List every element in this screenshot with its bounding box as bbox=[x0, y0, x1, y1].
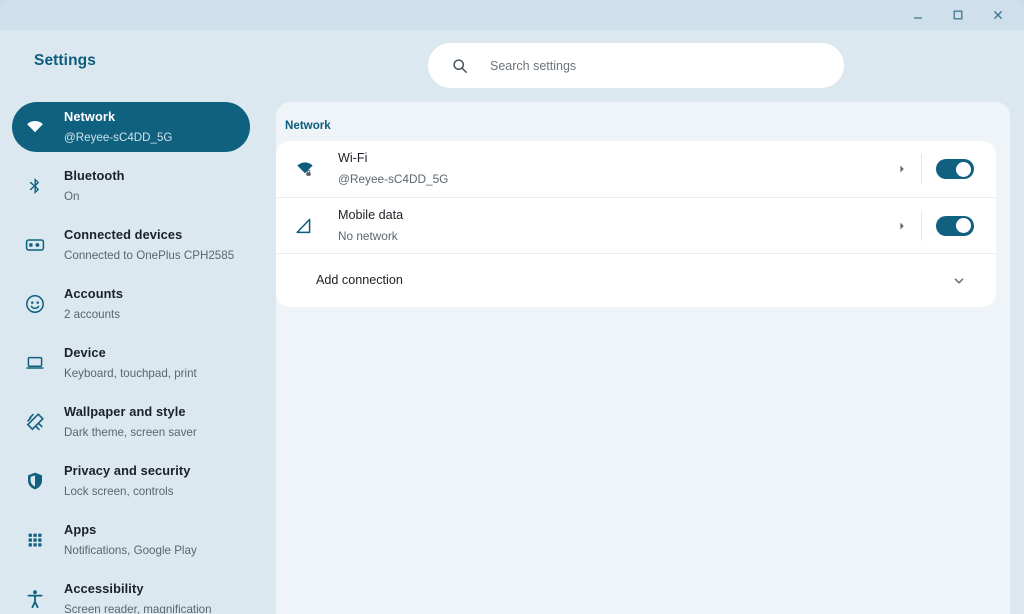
sidebar-item-title: Network bbox=[64, 109, 116, 124]
row-title: Wi-Fi bbox=[338, 151, 368, 166]
signal-triangle-icon bbox=[294, 215, 316, 237]
row-mobile-data[interactable]: Mobile data No network bbox=[276, 197, 996, 253]
devices-icon bbox=[24, 234, 46, 256]
row-subtitle: @Reyee-sC4DD_5G bbox=[338, 172, 449, 186]
chevron-right-icon[interactable] bbox=[889, 221, 915, 231]
sidebar-item-network[interactable]: Network @Reyee-sC4DD_5G bbox=[12, 102, 250, 152]
wifi-toggle[interactable] bbox=[936, 159, 974, 179]
search-icon bbox=[452, 58, 468, 74]
sidebar-item-title: Accounts bbox=[64, 286, 124, 301]
toggle-knob bbox=[956, 218, 971, 233]
row-add-connection[interactable]: Add connection bbox=[276, 253, 996, 307]
toggle-knob bbox=[956, 161, 971, 177]
sidebar-nav: Network @Reyee-sC4DD_5G Bluetooth On Con… bbox=[0, 102, 262, 614]
sidebar-item-title: Bluetooth bbox=[64, 168, 125, 183]
sidebar-item-title: Accessibility bbox=[64, 581, 144, 596]
wifi-lock-icon bbox=[294, 158, 316, 180]
account-icon bbox=[24, 293, 46, 315]
sidebar-item-bluetooth[interactable]: Bluetooth On bbox=[12, 161, 250, 211]
network-settings-card: Wi-Fi @Reyee-sC4DD_5G Mobile data No net… bbox=[276, 141, 996, 307]
accessibility-icon bbox=[24, 588, 46, 610]
sidebar-item-subtitle: Notifications, Google Play bbox=[64, 544, 197, 557]
sidebar-item-subtitle: Connected to OnePlus CPH2585 bbox=[64, 249, 235, 262]
sidebar-item-privacy-and-security[interactable]: Privacy and security Lock screen, contro… bbox=[12, 456, 250, 506]
sidebar-item-subtitle: Keyboard, touchpad, print bbox=[64, 367, 197, 380]
row-subtitle: No network bbox=[338, 228, 398, 243]
search-input[interactable] bbox=[490, 58, 844, 73]
row-wifi[interactable]: Wi-Fi @Reyee-sC4DD_5G bbox=[276, 141, 996, 197]
maximize-button[interactable] bbox=[938, 1, 978, 29]
sidebar-item-subtitle: @Reyee-sC4DD_5G bbox=[64, 131, 173, 144]
close-button[interactable] bbox=[978, 1, 1018, 29]
sidebar-item-subtitle: Screen reader, magnification bbox=[64, 603, 212, 614]
section-label-network: Network bbox=[285, 119, 331, 132]
search-bar[interactable] bbox=[428, 43, 844, 88]
wifi-icon bbox=[24, 116, 46, 138]
sidebar-item-device[interactable]: Device Keyboard, touchpad, print bbox=[12, 338, 250, 388]
mobile-data-toggle[interactable] bbox=[936, 215, 974, 236]
sidebar-item-subtitle: Dark theme, screen saver bbox=[64, 426, 197, 439]
sidebar-item-apps[interactable]: Apps Notifications, Google Play bbox=[12, 515, 250, 565]
settings-window: Settings Network @Reyee-sC4DD_5G bbox=[0, 0, 1024, 614]
sidebar-item-subtitle: Lock screen, controls bbox=[64, 485, 174, 498]
sidebar-item-accessibility[interactable]: Accessibility Screen reader, magnificati… bbox=[12, 574, 250, 614]
sidebar-item-subtitle: On bbox=[64, 190, 80, 203]
grid-icon bbox=[24, 529, 46, 551]
add-connection-label: Add connection bbox=[316, 273, 403, 288]
chevron-right-icon[interactable] bbox=[889, 164, 915, 174]
sidebar-item-title: Device bbox=[64, 345, 106, 360]
sidebar-item-title: Wallpaper and style bbox=[64, 404, 186, 419]
sidebar-item-wallpaper-and-style[interactable]: Wallpaper and style Dark theme, screen s… bbox=[12, 397, 250, 447]
sidebar-item-accounts[interactable]: Accounts 2 accounts bbox=[12, 279, 250, 329]
laptop-icon bbox=[24, 352, 46, 374]
chevron-down-icon[interactable] bbox=[944, 274, 974, 288]
window-titlebar bbox=[0, 0, 1024, 30]
row-divider bbox=[921, 210, 922, 241]
sidebar-item-title: Connected devices bbox=[64, 227, 183, 242]
sidebar-item-title: Privacy and security bbox=[64, 463, 191, 478]
sidebar-item-subtitle: 2 accounts bbox=[64, 308, 121, 321]
minimize-button[interactable] bbox=[898, 1, 938, 29]
page-title: Settings bbox=[34, 52, 96, 69]
shield-icon bbox=[24, 470, 46, 492]
sidebar-item-title: Apps bbox=[64, 522, 97, 537]
row-divider bbox=[921, 154, 922, 184]
content-panel: Network Wi-Fi @Reyee-sC4DD_5G Mobile dat… bbox=[276, 102, 1010, 614]
app-header: Settings bbox=[0, 30, 1024, 102]
row-title: Mobile data bbox=[338, 207, 404, 222]
sidebar-item-connected-devices[interactable]: Connected devices Connected to OnePlus C… bbox=[12, 220, 250, 270]
brush-icon bbox=[24, 411, 46, 433]
bluetooth-icon bbox=[24, 175, 46, 197]
